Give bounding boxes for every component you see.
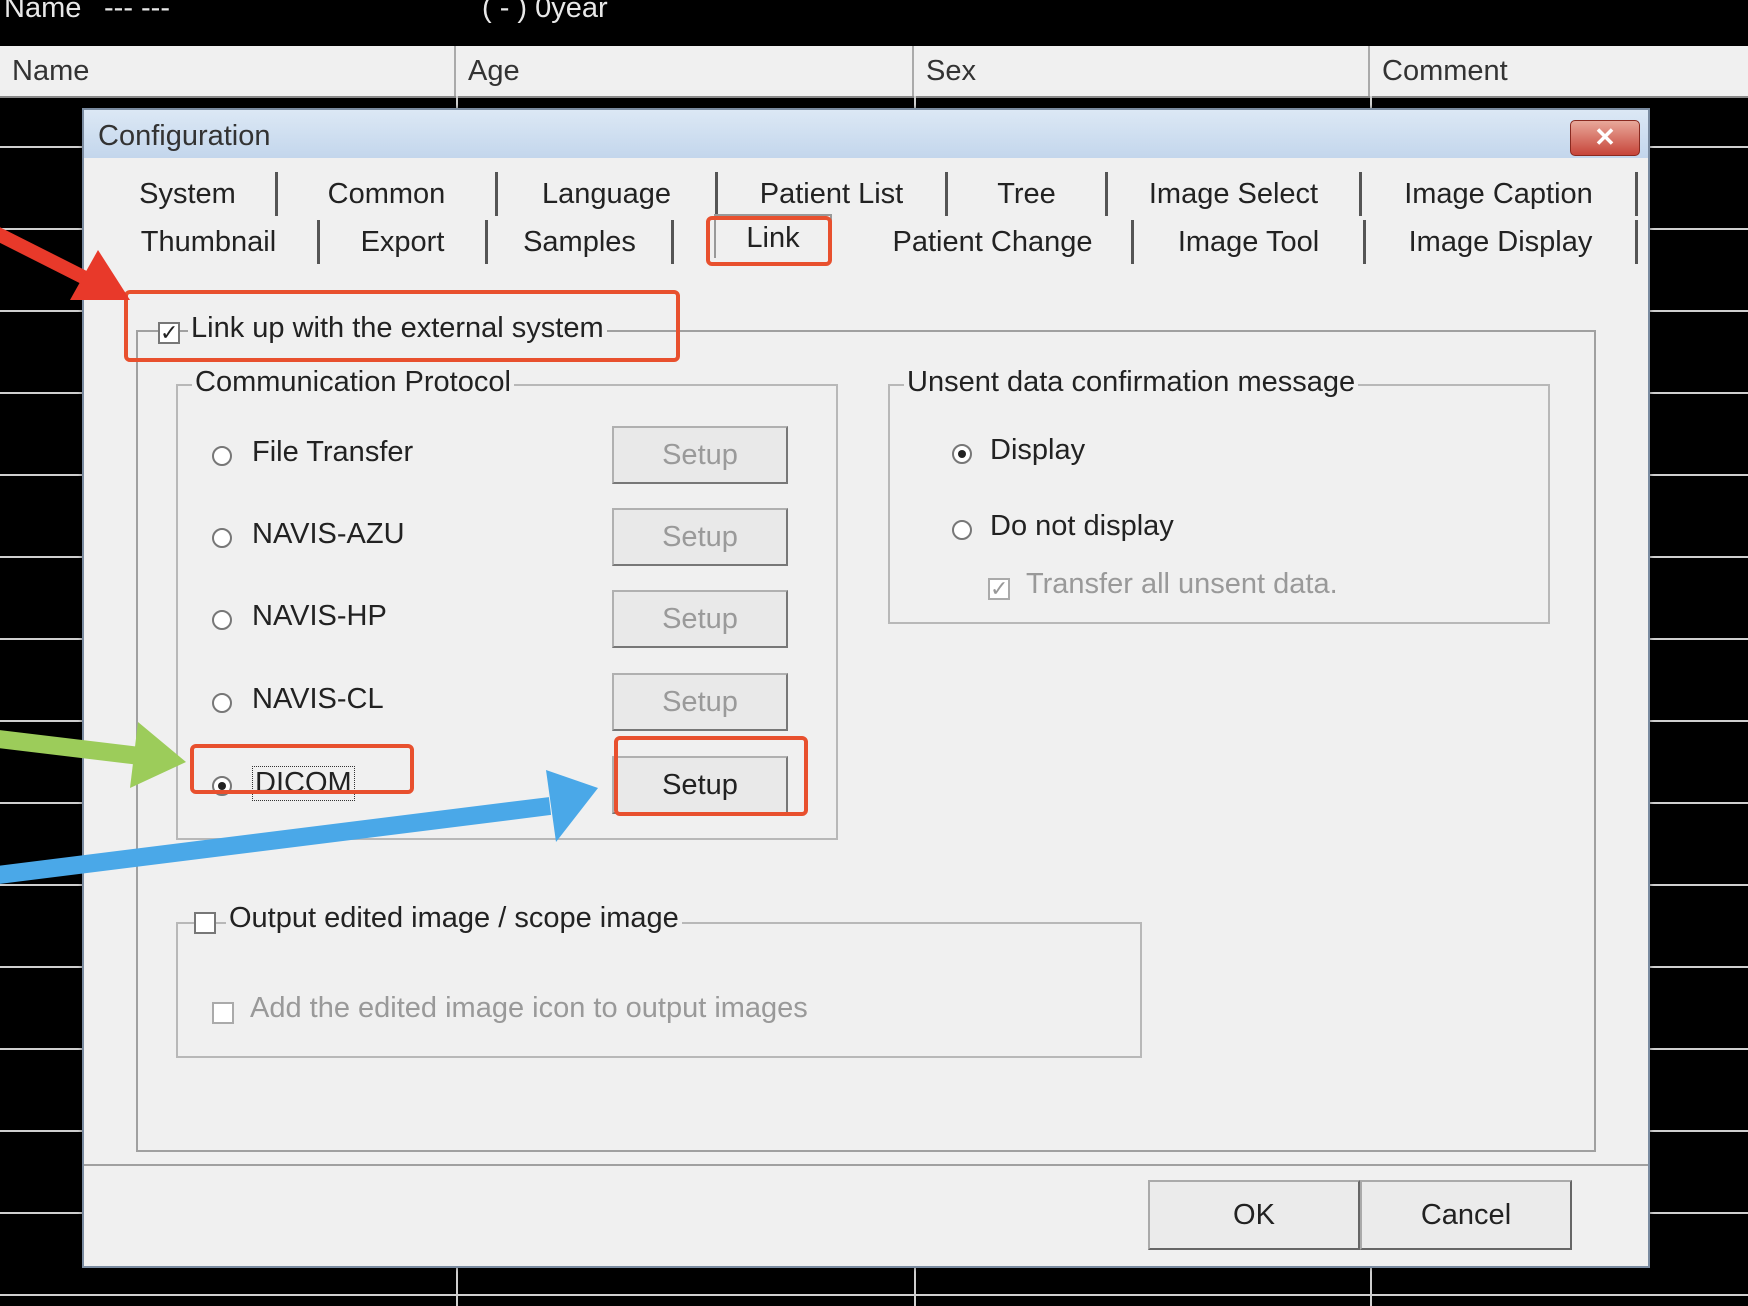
green-arrow [0, 722, 186, 788]
red-arrow [0, 227, 130, 300]
annotation-arrows [0, 227, 598, 884]
blue-arrow [0, 770, 598, 884]
